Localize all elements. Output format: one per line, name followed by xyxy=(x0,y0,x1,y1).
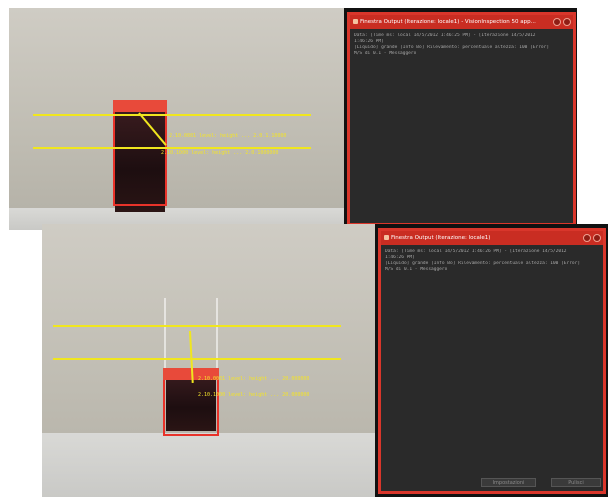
window-titlebar[interactable]: Finestra Output (Iterazione: locale1) xyxy=(381,231,603,245)
clear-button[interactable]: Pulisci xyxy=(551,478,601,487)
window-title: Finestra Output (Iterazione: locale1) xyxy=(391,235,491,241)
minimize-icon[interactable] xyxy=(583,234,591,242)
close-icon[interactable] xyxy=(563,18,571,26)
camera-feed-bottom: 2.10.0001 level: height ... 20.000000 2.… xyxy=(42,224,375,497)
close-icon[interactable] xyxy=(593,234,601,242)
log-line: M/S di 0.1 - Messaggero xyxy=(354,51,417,56)
output-log: Data: [Time ms: local 14/5/2012 1:46:26 … xyxy=(385,249,599,273)
annotation-lower: 2.10.1000 level: height ... 2.0.1000000 xyxy=(161,150,279,156)
annotation-lower: 2.10.1000 level: height ... 20.000000 xyxy=(198,392,310,398)
top-panel: 2.10.0001 level: height ... 2.0.1.10000 … xyxy=(9,8,577,230)
output-window-bottom: Finestra Output (Iterazione: locale1) Da… xyxy=(378,228,606,494)
log-line: M/S di 0.1 - Messaggero xyxy=(385,267,448,272)
app-icon xyxy=(353,19,358,24)
window-titlebar[interactable]: Finestra Output (Iterazione: locale1) - … xyxy=(350,15,573,29)
upper-level-line xyxy=(33,114,311,116)
annotation-upper: 2.10.0001 level: height ... 2.0.1.10000 xyxy=(169,133,287,139)
annotation-upper: 2.10.0001 level: height ... 20.000000 xyxy=(198,376,310,382)
app-icon xyxy=(384,235,389,240)
settings-button[interactable]: Impostazioni xyxy=(481,478,536,487)
table-surface xyxy=(42,433,375,497)
window-title: Finestra Output (Iterazione: locale1) - … xyxy=(360,19,536,25)
lower-level-line xyxy=(53,358,341,360)
output-log: Data: [Time ms: local 14/5/2012 1:46:25 … xyxy=(354,33,569,57)
minimize-icon[interactable] xyxy=(553,18,561,26)
camera-feed-top: 2.10.0001 level: height ... 2.0.1.10000 … xyxy=(9,8,344,230)
upper-level-line xyxy=(53,325,341,327)
lower-level-line xyxy=(33,147,311,149)
detection-box-header xyxy=(113,100,167,112)
output-window-top: Finestra Output (Iterazione: locale1) - … xyxy=(347,12,576,226)
bottom-panel: 2.10.0001 level: height ... 20.000000 2.… xyxy=(42,224,608,497)
